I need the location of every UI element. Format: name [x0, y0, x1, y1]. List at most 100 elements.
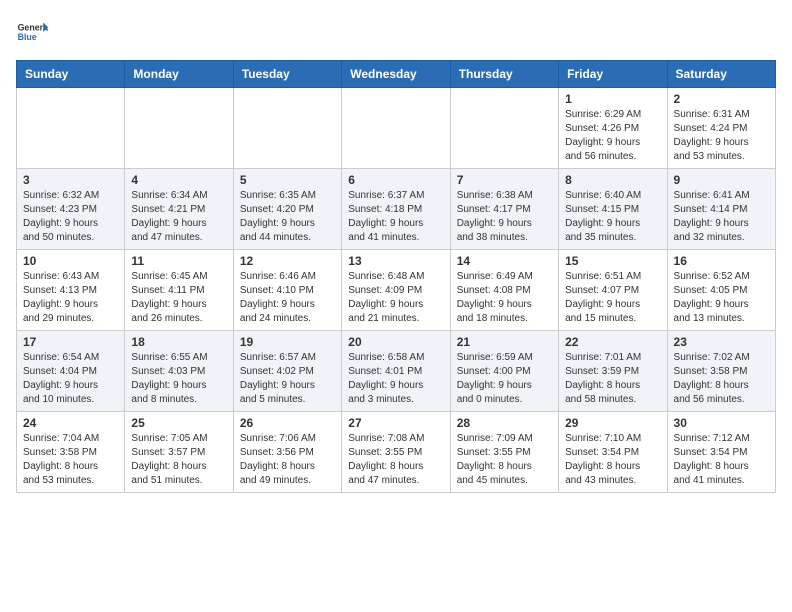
- day-info: Sunrise: 6:46 AM Sunset: 4:10 PM Dayligh…: [240, 270, 335, 326]
- calendar-cell: [450, 88, 558, 169]
- day-number: 3: [23, 173, 118, 187]
- calendar-cell: 14 Sunrise: 6:49 AM Sunset: 4:08 PM Dayli…: [450, 250, 558, 331]
- day-info: Sunrise: 6:52 AM Sunset: 4:05 PM Dayligh…: [674, 270, 769, 326]
- calendar-week-5: 24 Sunrise: 7:04 AM Sunset: 3:58 PM Dayli…: [17, 412, 776, 493]
- day-info: Sunrise: 7:09 AM Sunset: 3:55 PM Dayligh…: [457, 432, 552, 488]
- calendar-cell: 3 Sunrise: 6:32 AM Sunset: 4:23 PM Daylig…: [17, 169, 125, 250]
- calendar-cell: 27 Sunrise: 7:08 AM Sunset: 3:55 PM Dayli…: [342, 412, 450, 493]
- day-number: 14: [457, 254, 552, 268]
- day-info: Sunrise: 6:58 AM Sunset: 4:01 PM Dayligh…: [348, 351, 443, 407]
- calendar-cell: 10 Sunrise: 6:43 AM Sunset: 4:13 PM Dayli…: [17, 250, 125, 331]
- calendar-cell: 5Sunrise: 6:35 AM Sunset: 4:20 PM Daylig…: [233, 169, 341, 250]
- day-info: Sunrise: 6:32 AM Sunset: 4:23 PM Dayligh…: [23, 189, 118, 245]
- weekday-header-friday: Friday: [559, 61, 667, 88]
- calendar-cell: 28 Sunrise: 7:09 AM Sunset: 3:55 PM Dayli…: [450, 412, 558, 493]
- day-number: 15: [565, 254, 660, 268]
- day-info: Sunrise: 6:48 AM Sunset: 4:09 PM Dayligh…: [348, 270, 443, 326]
- day-info: Sunrise: 6:51 AM Sunset: 4:07 PM Dayligh…: [565, 270, 660, 326]
- day-number: 4: [131, 173, 226, 187]
- day-number: 2: [674, 92, 769, 106]
- weekday-header-row: SundayMondayTuesdayWednesdayThursdayFrid…: [17, 61, 776, 88]
- day-number: 20: [348, 335, 443, 349]
- calendar-week-3: 10 Sunrise: 6:43 AM Sunset: 4:13 PM Dayli…: [17, 250, 776, 331]
- day-number: 9: [674, 173, 769, 187]
- calendar-table: SundayMondayTuesdayWednesdayThursdayFrid…: [16, 60, 776, 493]
- day-number: 18: [131, 335, 226, 349]
- day-info: Sunrise: 6:55 AM Sunset: 4:03 PM Dayligh…: [131, 351, 226, 407]
- calendar-cell: 29 Sunrise: 7:10 AM Sunset: 3:54 PM Dayli…: [559, 412, 667, 493]
- calendar-cell: 18 Sunrise: 6:55 AM Sunset: 4:03 PM Dayli…: [125, 331, 233, 412]
- weekday-header-thursday: Thursday: [450, 61, 558, 88]
- day-number: 23: [674, 335, 769, 349]
- day-info: Sunrise: 6:38 AM Sunset: 4:17 PM Dayligh…: [457, 189, 552, 245]
- day-number: 29: [565, 416, 660, 430]
- day-info: Sunrise: 6:43 AM Sunset: 4:13 PM Dayligh…: [23, 270, 118, 326]
- calendar-cell: 7 Sunrise: 6:38 AM Sunset: 4:17 PM Daylig…: [450, 169, 558, 250]
- day-number: 30: [674, 416, 769, 430]
- calendar-cell: 17 Sunrise: 6:54 AM Sunset: 4:04 PM Dayli…: [17, 331, 125, 412]
- calendar-cell: 2 Sunrise: 6:31 AM Sunset: 4:24 PM Daylig…: [667, 88, 775, 169]
- day-info: Sunrise: 6:45 AM Sunset: 4:11 PM Dayligh…: [131, 270, 226, 326]
- calendar-cell: 1 Sunrise: 6:29 AM Sunset: 4:26 PM Daylig…: [559, 88, 667, 169]
- weekday-header-tuesday: Tuesday: [233, 61, 341, 88]
- weekday-header-sunday: Sunday: [17, 61, 125, 88]
- day-info: Sunrise: 6:57 AM Sunset: 4:02 PM Dayligh…: [240, 351, 335, 407]
- day-info: Sunrise: 7:06 AM Sunset: 3:56 PM Dayligh…: [240, 432, 335, 488]
- day-info: Sunrise: 6:49 AM Sunset: 4:08 PM Dayligh…: [457, 270, 552, 326]
- page-header: General Blue: [16, 16, 776, 48]
- day-info: Sunrise: 6:40 AM Sunset: 4:15 PM Dayligh…: [565, 189, 660, 245]
- day-number: 21: [457, 335, 552, 349]
- day-info: Sunrise: 6:37 AM Sunset: 4:18 PM Dayligh…: [348, 189, 443, 245]
- day-number: 1: [565, 92, 660, 106]
- day-number: 25: [131, 416, 226, 430]
- calendar-cell: 9 Sunrise: 6:41 AM Sunset: 4:14 PM Daylig…: [667, 169, 775, 250]
- calendar-cell: 6Sunrise: 6:37 AM Sunset: 4:18 PM Daylig…: [342, 169, 450, 250]
- day-number: 16: [674, 254, 769, 268]
- logo: General Blue: [16, 16, 48, 48]
- day-number: 8: [565, 173, 660, 187]
- calendar-cell: [233, 88, 341, 169]
- calendar-cell: 20 Sunrise: 6:58 AM Sunset: 4:01 PM Dayli…: [342, 331, 450, 412]
- calendar-cell: 8 Sunrise: 6:40 AM Sunset: 4:15 PM Daylig…: [559, 169, 667, 250]
- calendar-cell: [342, 88, 450, 169]
- calendar-cell: 16 Sunrise: 6:52 AM Sunset: 4:05 PM Dayli…: [667, 250, 775, 331]
- calendar-cell: 13Sunrise: 6:48 AM Sunset: 4:09 PM Dayli…: [342, 250, 450, 331]
- day-number: 19: [240, 335, 335, 349]
- weekday-header-wednesday: Wednesday: [342, 61, 450, 88]
- svg-text:Blue: Blue: [18, 32, 37, 42]
- day-number: 28: [457, 416, 552, 430]
- day-info: Sunrise: 6:41 AM Sunset: 4:14 PM Dayligh…: [674, 189, 769, 245]
- weekday-header-saturday: Saturday: [667, 61, 775, 88]
- calendar-header: SundayMondayTuesdayWednesdayThursdayFrid…: [17, 61, 776, 88]
- calendar-cell: [17, 88, 125, 169]
- day-info: Sunrise: 7:12 AM Sunset: 3:54 PM Dayligh…: [674, 432, 769, 488]
- day-info: Sunrise: 6:31 AM Sunset: 4:24 PM Dayligh…: [674, 108, 769, 164]
- day-info: Sunrise: 6:59 AM Sunset: 4:00 PM Dayligh…: [457, 351, 552, 407]
- calendar-cell: 25Sunrise: 7:05 AM Sunset: 3:57 PM Dayli…: [125, 412, 233, 493]
- day-info: Sunrise: 6:29 AM Sunset: 4:26 PM Dayligh…: [565, 108, 660, 164]
- calendar-cell: 21 Sunrise: 6:59 AM Sunset: 4:00 PM Dayli…: [450, 331, 558, 412]
- calendar-cell: 11 Sunrise: 6:45 AM Sunset: 4:11 PM Dayli…: [125, 250, 233, 331]
- day-number: 27: [348, 416, 443, 430]
- day-number: 26: [240, 416, 335, 430]
- calendar-cell: 19 Sunrise: 6:57 AM Sunset: 4:02 PM Dayli…: [233, 331, 341, 412]
- calendar-week-2: 3 Sunrise: 6:32 AM Sunset: 4:23 PM Daylig…: [17, 169, 776, 250]
- day-number: 7: [457, 173, 552, 187]
- day-info: Sunrise: 6:35 AM Sunset: 4:20 PM Dayligh…: [240, 189, 335, 245]
- day-number: 24: [23, 416, 118, 430]
- calendar-body: 1 Sunrise: 6:29 AM Sunset: 4:26 PM Daylig…: [17, 88, 776, 493]
- day-info: Sunrise: 7:04 AM Sunset: 3:58 PM Dayligh…: [23, 432, 118, 488]
- day-info: Sunrise: 7:10 AM Sunset: 3:54 PM Dayligh…: [565, 432, 660, 488]
- day-info: Sunrise: 7:08 AM Sunset: 3:55 PM Dayligh…: [348, 432, 443, 488]
- day-number: 11: [131, 254, 226, 268]
- day-number: 22: [565, 335, 660, 349]
- calendar-cell: 15 Sunrise: 6:51 AM Sunset: 4:07 PM Dayli…: [559, 250, 667, 331]
- calendar-cell: 22 Sunrise: 7:01 AM Sunset: 3:59 PM Dayli…: [559, 331, 667, 412]
- day-info: Sunrise: 7:01 AM Sunset: 3:59 PM Dayligh…: [565, 351, 660, 407]
- day-number: 17: [23, 335, 118, 349]
- weekday-header-monday: Monday: [125, 61, 233, 88]
- day-info: Sunrise: 6:54 AM Sunset: 4:04 PM Dayligh…: [23, 351, 118, 407]
- day-info: Sunrise: 7:02 AM Sunset: 3:58 PM Dayligh…: [674, 351, 769, 407]
- calendar-cell: 30 Sunrise: 7:12 AM Sunset: 3:54 PM Dayli…: [667, 412, 775, 493]
- day-number: 10: [23, 254, 118, 268]
